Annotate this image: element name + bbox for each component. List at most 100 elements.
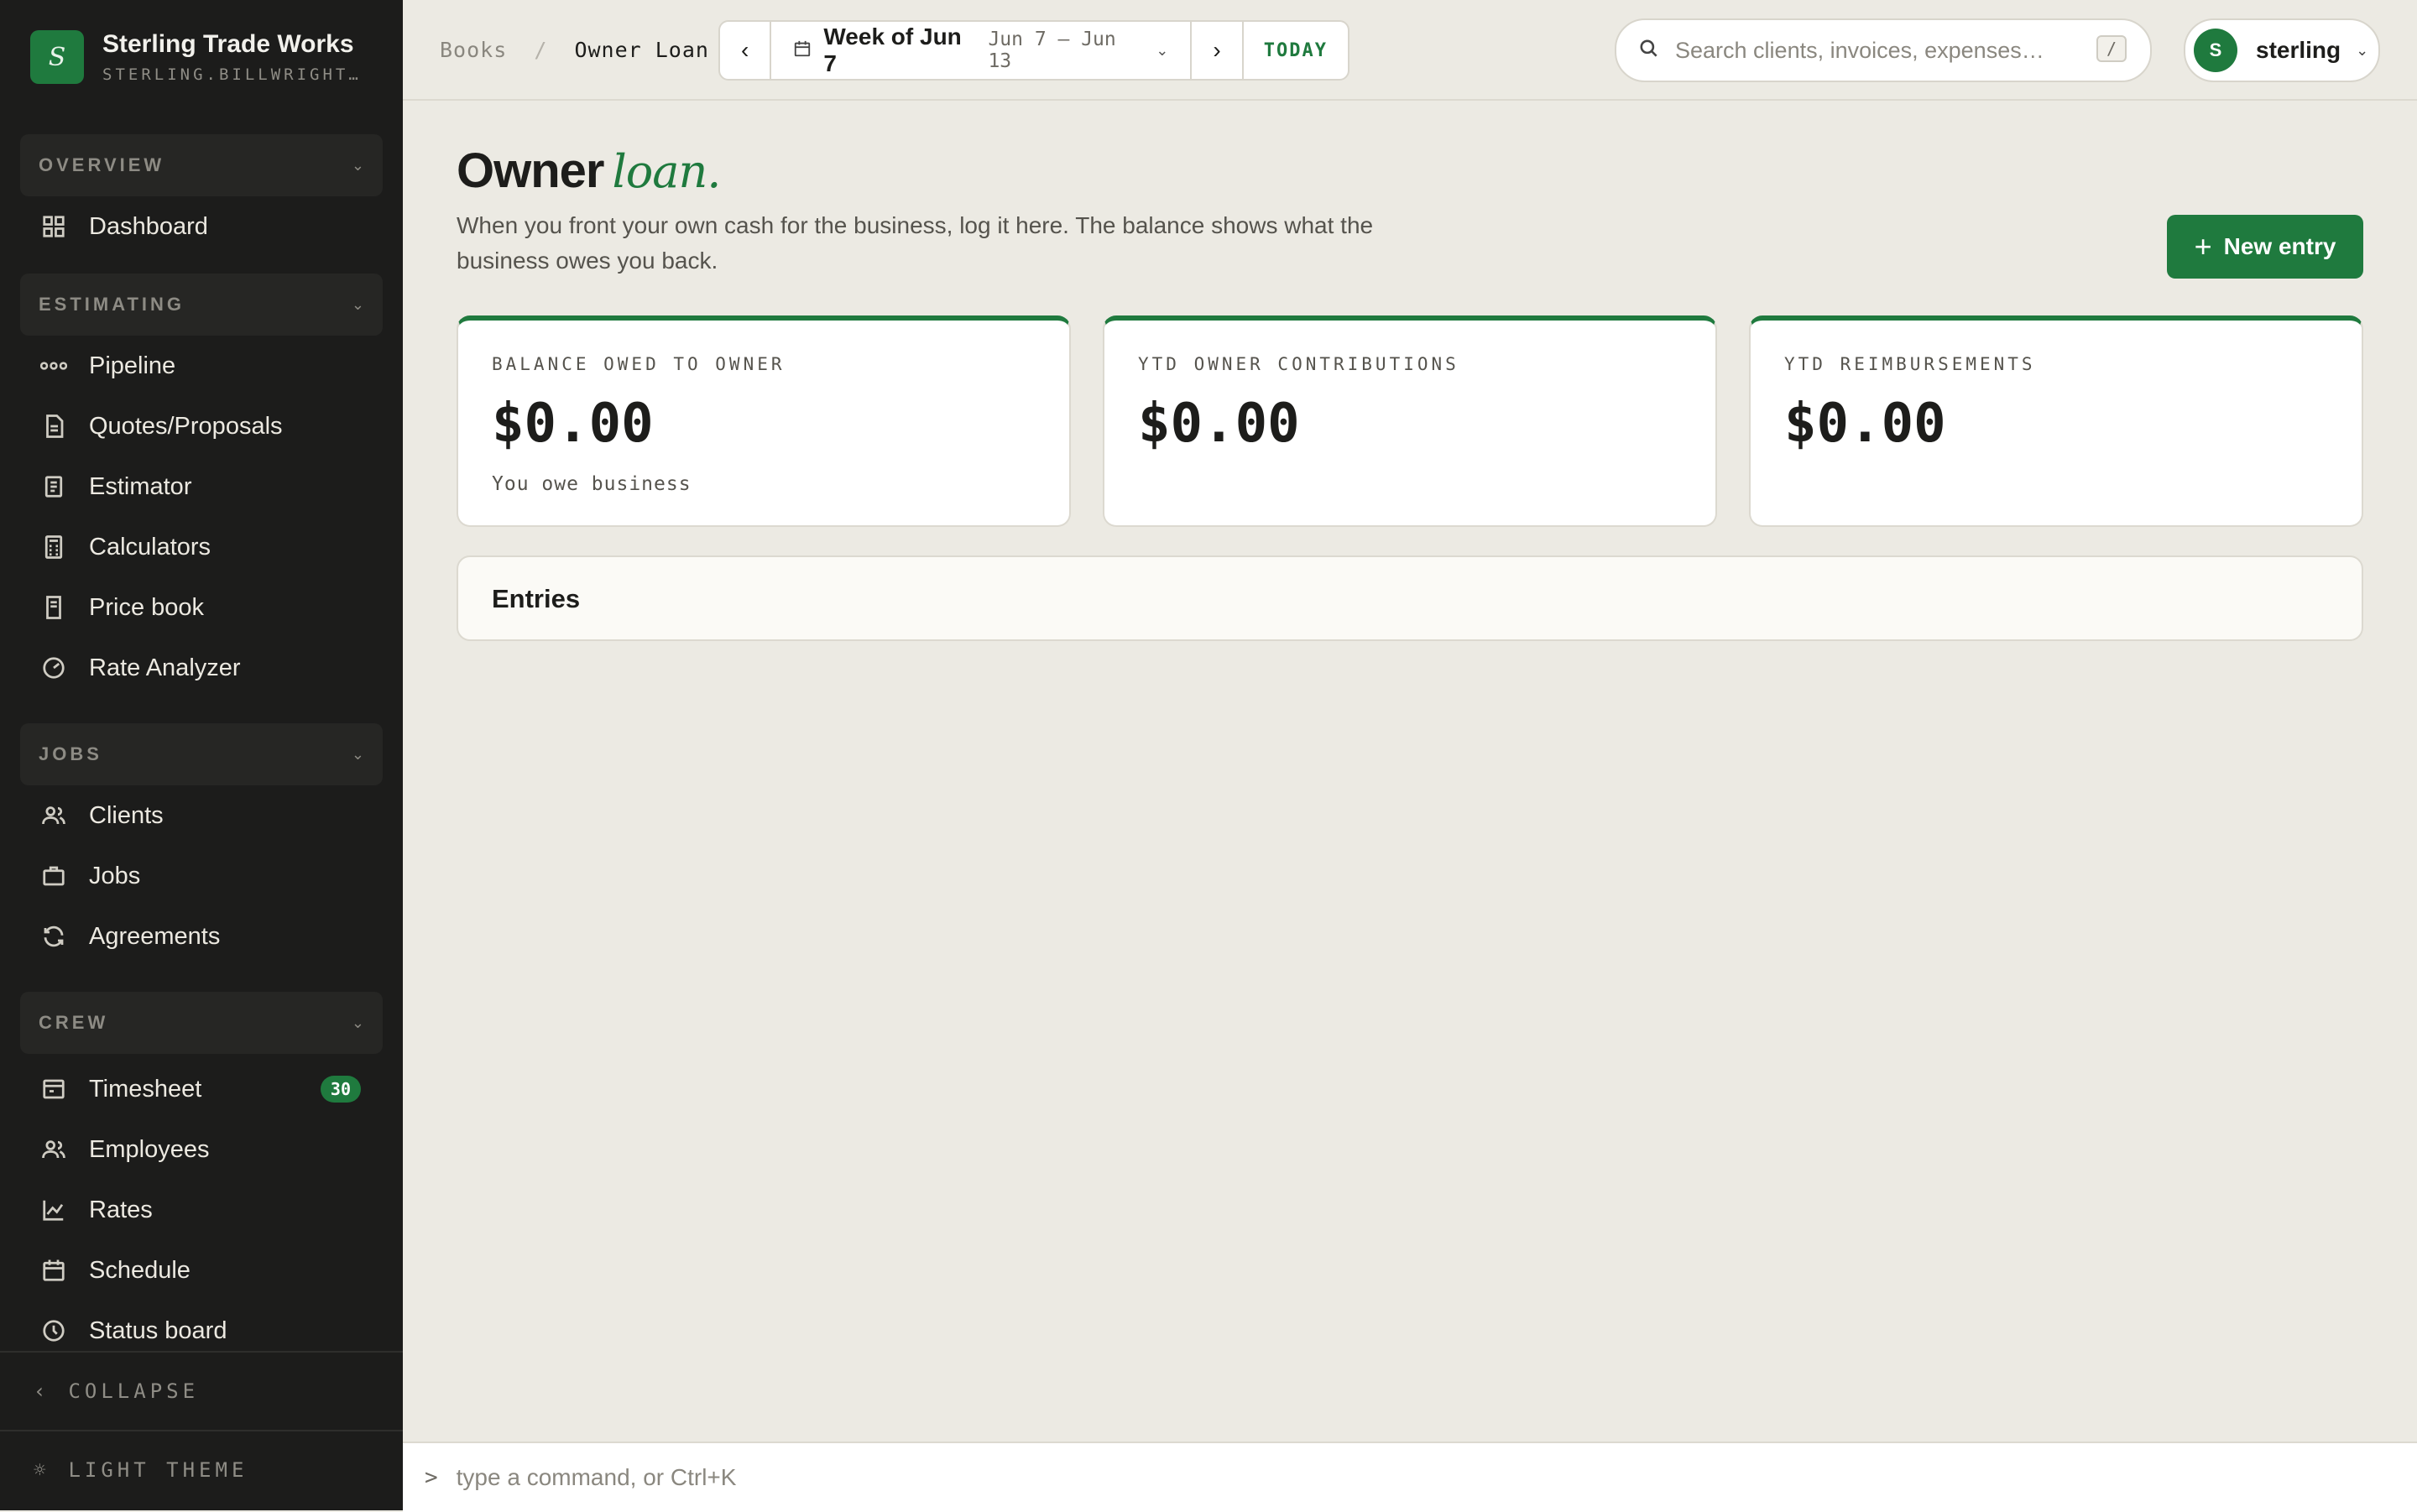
sidebar-item-jobs[interactable]: Jobs: [0, 846, 403, 906]
sidebar-item-quotes[interactable]: Quotes/Proposals: [0, 396, 403, 456]
sidebar-item-label: Quotes/Proposals: [89, 412, 283, 440]
week-selector[interactable]: Week of Jun 7 Jun 7 – Jun 13 ⌄: [771, 22, 1193, 79]
theme-toggle[interactable]: ☼ LIGHT THEME: [0, 1430, 403, 1509]
timesheet-count-badge: 30: [320, 1076, 361, 1103]
page-title: Owner loan.: [457, 143, 721, 199]
chevron-left-icon: ‹: [741, 37, 749, 63]
sidebar-item-dashboard[interactable]: Dashboard: [0, 196, 403, 257]
chevron-down-icon: ⌄: [351, 1014, 364, 1031]
avatar: S: [2194, 29, 2237, 72]
sun-icon: ☼: [34, 1458, 50, 1482]
chevron-right-icon: ›: [1213, 37, 1221, 63]
book-icon: [40, 594, 67, 621]
next-week-button[interactable]: ›: [1192, 22, 1244, 79]
week-label: Week of Jun 7: [823, 23, 962, 76]
entries-panel: Entries: [457, 555, 2363, 641]
clipboard-icon: [40, 473, 67, 500]
section-title: JOBS: [39, 743, 102, 764]
stat-label: BALANCE OWED TO OWNER: [492, 354, 786, 374]
sidebar-item-label: Rates: [89, 1196, 153, 1223]
sidebar-item-calculators[interactable]: Calculators: [0, 517, 403, 577]
new-entry-button[interactable]: + New entry: [2167, 215, 2363, 279]
document-icon: [40, 413, 67, 440]
sidebar-item-label: Rate Analyzer: [89, 654, 241, 681]
chevron-down-icon: ⌄: [351, 745, 364, 763]
sidebar-item-label: Employees: [89, 1135, 210, 1163]
stat-value: $0.00: [1138, 393, 1300, 455]
stat-subtext: You owe business: [492, 473, 692, 495]
stat-value: $0.00: [1784, 393, 1946, 455]
sidebar-item-rates[interactable]: Rates: [0, 1180, 403, 1240]
search-input[interactable]: Search clients, invoices, expenses… /: [1615, 18, 2152, 82]
entries-title: Entries: [492, 584, 581, 613]
sidebar-item-label: Pipeline: [89, 352, 176, 379]
breadcrumb-parent[interactable]: Books: [440, 38, 507, 62]
sidebar-item-label: Clients: [89, 801, 164, 829]
command-bar[interactable]: > type a command, or Ctrl+K: [403, 1442, 2417, 1512]
brand[interactable]: S Sterling Trade Works STERLING.BILLWRIG…: [30, 30, 371, 84]
collapse-button[interactable]: ‹ COLLAPSE: [0, 1353, 403, 1430]
topbar: Books / Owner Loan ‹ Week of Jun 7 Jun 7…: [403, 0, 2417, 101]
page-title-main: Owner: [457, 143, 604, 198]
sidebar-item-rate-analyzer[interactable]: Rate Analyzer: [0, 638, 403, 698]
user-menu[interactable]: S sterling ⌄: [2184, 18, 2380, 82]
sidebar-nav[interactable]: OVERVIEW ⌄ Dashboard ESTIMATING ⌄ Pipeli…: [0, 134, 403, 1353]
stat-card-contributions: YTD OWNER CONTRIBUTIONS $0.00: [1103, 315, 1717, 527]
stat-label: YTD OWNER CONTRIBUTIONS: [1138, 354, 1459, 374]
week-picker: ‹ Week of Jun 7 Jun 7 – Jun 13 ⌄ › TODAY: [718, 20, 1349, 81]
chevron-down-icon: ⌄: [351, 295, 364, 313]
week-range: Jun 7 – Jun 13: [988, 29, 1116, 72]
user-name: sterling: [2256, 37, 2341, 63]
plus-icon: +: [2194, 229, 2212, 263]
refresh-icon: [40, 923, 67, 950]
search-icon: [1638, 38, 1660, 64]
stat-card-reimbursements: YTD REIMBURSEMENTS $0.00: [1749, 315, 2363, 527]
sidebar-item-label: Calculators: [89, 533, 211, 560]
timesheet-icon: [40, 1076, 67, 1103]
sidebar-item-label: Schedule: [89, 1256, 191, 1284]
page-description: When you front your own cash for the bus…: [457, 212, 1374, 274]
brand-subdomain: STERLING.BILLWRIGHT.APP: [102, 65, 371, 84]
clock-icon: [40, 1317, 67, 1344]
section-estimating[interactable]: ESTIMATING ⌄: [20, 274, 383, 336]
sidebar-item-agreements[interactable]: Agreements: [0, 906, 403, 967]
collapse-label: COLLAPSE: [68, 1379, 200, 1403]
sidebar-item-clients[interactable]: Clients: [0, 785, 403, 846]
calendar-icon: [793, 39, 812, 62]
sidebar-item-price-book[interactable]: Price book: [0, 577, 403, 638]
breadcrumb: Books / Owner Loan: [440, 38, 709, 62]
today-button[interactable]: TODAY: [1244, 40, 1348, 61]
sidebar-item-pipeline[interactable]: Pipeline: [0, 336, 403, 396]
section-jobs[interactable]: JOBS ⌄: [20, 723, 383, 785]
sidebar-item-label: Jobs: [89, 862, 141, 889]
brand-logo: S: [30, 30, 84, 84]
search-placeholder: Search clients, invoices, expenses…: [1675, 37, 2044, 63]
gauge-icon: [40, 654, 67, 681]
section-title: CREW: [39, 1012, 109, 1033]
command-placeholder: type a command, or Ctrl+K: [456, 1464, 737, 1490]
grid-icon: [40, 213, 67, 240]
sidebar-item-timesheet[interactable]: Timesheet 30: [0, 1059, 403, 1119]
theme-label: LIGHT THEME: [68, 1458, 248, 1482]
chevron-left-icon: ‹: [34, 1379, 50, 1403]
section-overview[interactable]: OVERVIEW ⌄: [20, 134, 383, 196]
sidebar-item-label: Status board: [89, 1316, 227, 1344]
chart-icon: [40, 1197, 67, 1223]
sidebar-item-status-board[interactable]: Status board: [0, 1301, 403, 1353]
stat-label: YTD REIMBURSEMENTS: [1784, 354, 2036, 374]
sidebar-item-label: Agreements: [89, 922, 221, 950]
brand-name: Sterling Trade Works: [102, 30, 354, 58]
command-prompt: >: [425, 1465, 438, 1490]
sidebar-item-label: Price book: [89, 593, 205, 621]
sidebar-item-schedule[interactable]: Schedule: [0, 1240, 403, 1301]
prev-week-button[interactable]: ‹: [720, 22, 772, 79]
calendar-icon: [40, 1257, 67, 1284]
sidebar-item-estimator[interactable]: Estimator: [0, 456, 403, 517]
section-title: ESTIMATING: [39, 294, 185, 315]
chevron-down-icon: ⌄: [351, 156, 364, 174]
briefcase-icon: [40, 863, 67, 889]
section-crew[interactable]: CREW ⌄: [20, 992, 383, 1054]
sidebar: S Sterling Trade Works STERLING.BILLWRIG…: [0, 0, 403, 1510]
sidebar-item-label: Timesheet: [89, 1075, 202, 1103]
sidebar-item-employees[interactable]: Employees: [0, 1119, 403, 1180]
